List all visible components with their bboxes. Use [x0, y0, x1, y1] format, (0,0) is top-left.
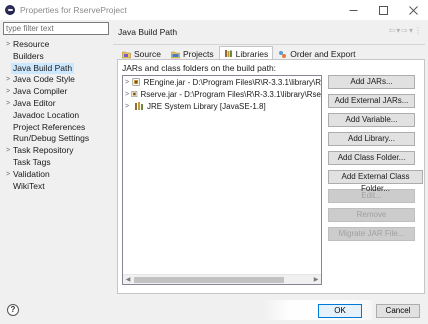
- tab-label: Source: [134, 49, 161, 59]
- libraries-panel: JARs and class folders on the build path…: [117, 59, 425, 294]
- maximize-icon: [378, 5, 388, 15]
- add-jars-button[interactable]: Add JARs...: [328, 75, 415, 89]
- build-path-tabs: Source Projects Libraries Order and Expo…: [117, 46, 360, 60]
- libraries-icon: [224, 50, 232, 57]
- source-folder-icon: [122, 51, 131, 58]
- forward-arrow-icon[interactable]: ⇨: [401, 26, 408, 35]
- sidebar-item-wikitext[interactable]: WikiText: [3, 181, 109, 193]
- sidebar-item-run-debug-settings[interactable]: Run/Debug Settings: [3, 133, 109, 145]
- window-controls: [338, 0, 428, 20]
- expand-chevron-icon[interactable]: >: [3, 86, 13, 98]
- sidebar-item-label: Builders: [13, 50, 44, 61]
- sidebar-item-java-compiler[interactable]: > Java Compiler: [3, 86, 109, 98]
- sidebar-item-javadoc-location[interactable]: Javadoc Location: [3, 110, 109, 122]
- sidebar-item-label: Java Build Path: [11, 62, 75, 75]
- sidebar-item-label: Javadoc Location: [13, 109, 80, 120]
- remove-button[interactable]: Remove: [328, 208, 415, 222]
- add-class-folder-button[interactable]: Add Class Folder...: [328, 151, 415, 165]
- sidebar-item-project-references[interactable]: Project References: [3, 122, 109, 134]
- expand-chevron-icon[interactable]: >: [3, 74, 13, 86]
- build-path-entries-tree[interactable]: > REngine.jar - D:\Program Files\R\R-3.3…: [122, 75, 322, 285]
- sidebar-item-label: Run/Debug Settings: [13, 133, 90, 144]
- migrate-jar-file-button[interactable]: Migrate JAR File...: [328, 227, 415, 241]
- expand-chevron-icon[interactable]: >: [125, 79, 132, 86]
- tree-row-label: REngine.jar - D:\Program Files\R\R-3.3.1…: [143, 77, 321, 87]
- tree-row-rengine-jar[interactable]: > REngine.jar - D:\Program Files\R\R-3.3…: [123, 76, 321, 88]
- filter-input[interactable]: [3, 22, 109, 35]
- cancel-button[interactable]: Cancel: [376, 304, 420, 318]
- forward-dropdown-icon[interactable]: ▾: [409, 26, 413, 35]
- sidebar-item-label: WikiText: [13, 180, 45, 191]
- sidebar-item-label: Java Code Style: [13, 74, 75, 85]
- page-navigation: ⇦ ▾ ⇨ ▾ ⋮: [389, 26, 422, 35]
- back-arrow-icon[interactable]: ⇦: [389, 26, 396, 35]
- horizontal-scrollbar[interactable]: ◀ ▶: [123, 274, 321, 284]
- order-export-icon: [279, 50, 287, 58]
- add-library-button[interactable]: Add Library...: [328, 132, 415, 146]
- jar-icon: [132, 78, 141, 86]
- tab-libraries[interactable]: Libraries: [218, 46, 274, 60]
- help-icon[interactable]: ?: [7, 304, 19, 316]
- expand-chevron-icon[interactable]: >: [3, 39, 13, 51]
- tab-label: Projects: [182, 49, 214, 59]
- sidebar-item-label: Java Editor: [13, 97, 56, 108]
- eclipse-app-icon: [5, 5, 15, 15]
- tab-label: Order and Export: [290, 49, 356, 59]
- add-external-class-folder-button[interactable]: Add External Class Folder...: [328, 170, 423, 193]
- sidebar-item-java-code-style[interactable]: > Java Code Style: [3, 74, 109, 86]
- sidebar-item-resource[interactable]: > Resource: [3, 39, 109, 51]
- title-bar: Properties for RserveProject: [0, 0, 428, 20]
- sidebar-item-task-repository[interactable]: > Task Repository: [3, 145, 109, 157]
- dialog-footer: ? OK Cancel: [0, 294, 428, 324]
- title-divider: [113, 44, 425, 45]
- sidebar-item-label: Task Repository: [13, 145, 74, 156]
- sidebar-item-label: Task Tags: [13, 156, 51, 167]
- page-title: Java Build Path: [118, 27, 178, 37]
- sidebar-item-label: Java Compiler: [13, 86, 68, 97]
- minimize-button[interactable]: [338, 0, 368, 20]
- maximize-button[interactable]: [368, 0, 398, 20]
- sidebar-item-validation[interactable]: > Validation: [3, 169, 109, 181]
- sidebar-item-label: Resource: [13, 39, 50, 49]
- tree-row-rserve-jar[interactable]: > Rserve.jar - D:\Program Files\R\R-3.3.…: [123, 88, 321, 100]
- sidebar-item-task-tags[interactable]: Task Tags: [3, 157, 109, 169]
- scroll-thumb[interactable]: [134, 277, 284, 283]
- close-button[interactable]: [398, 0, 428, 20]
- back-dropdown-icon[interactable]: ▾: [396, 26, 400, 35]
- expand-chevron-icon[interactable]: >: [3, 145, 13, 157]
- property-page: Java Build Path ⇦ ▾ ⇨ ▾ ⋮ Source Project…: [113, 22, 425, 294]
- add-variable-button[interactable]: Add Variable...: [328, 113, 415, 127]
- sidebar-item-label: Validation: [13, 168, 50, 179]
- expand-chevron-icon[interactable]: >: [125, 103, 134, 110]
- property-page-tree: > Resource Builders Java Build Path > Java…: [3, 39, 109, 192]
- sidebar-item-builders[interactable]: Builders: [3, 51, 109, 63]
- expand-chevron-icon[interactable]: >: [3, 98, 13, 110]
- edit-button[interactable]: Edit...: [328, 189, 415, 203]
- sidebar-item-label: Project References: [13, 121, 86, 132]
- tab-label: Libraries: [235, 48, 269, 59]
- minimize-icon: [349, 9, 357, 11]
- jar-icon: [131, 91, 138, 97]
- sidebar-item-java-build-path[interactable]: Java Build Path: [3, 62, 109, 75]
- view-menu-icon[interactable]: ⋮: [414, 26, 422, 35]
- add-external-jars-button[interactable]: Add External JARs...: [328, 94, 415, 108]
- sidebar-item-java-editor[interactable]: > Java Editor: [3, 98, 109, 110]
- preferences-sidebar: >Resource Builders Java Build Path >Java…: [3, 22, 109, 294]
- build-path-list-label: JARs and class folders on the build path…: [122, 63, 277, 73]
- projects-icon: [171, 51, 180, 58]
- close-icon: [408, 5, 418, 15]
- tree-row-label: Rserve.jar - D:\Program Files\R\R-3.3.1\…: [140, 89, 321, 99]
- expand-chevron-icon[interactable]: >: [3, 169, 13, 181]
- scroll-right-icon[interactable]: ▶: [311, 276, 321, 284]
- ok-button[interactable]: OK: [318, 304, 362, 318]
- build-path-actions: Add JARs... Add External JARs... Add Var…: [328, 75, 423, 246]
- window-title: Properties for RserveProject: [20, 5, 127, 15]
- tree-row-label: JRE System Library [JavaSE-1.8]: [147, 101, 266, 111]
- scroll-left-icon[interactable]: ◀: [123, 276, 133, 284]
- tree-row-jre-system-library[interactable]: > JRE System Library [JavaSE-1.8]: [123, 100, 321, 112]
- library-icon: [135, 102, 143, 110]
